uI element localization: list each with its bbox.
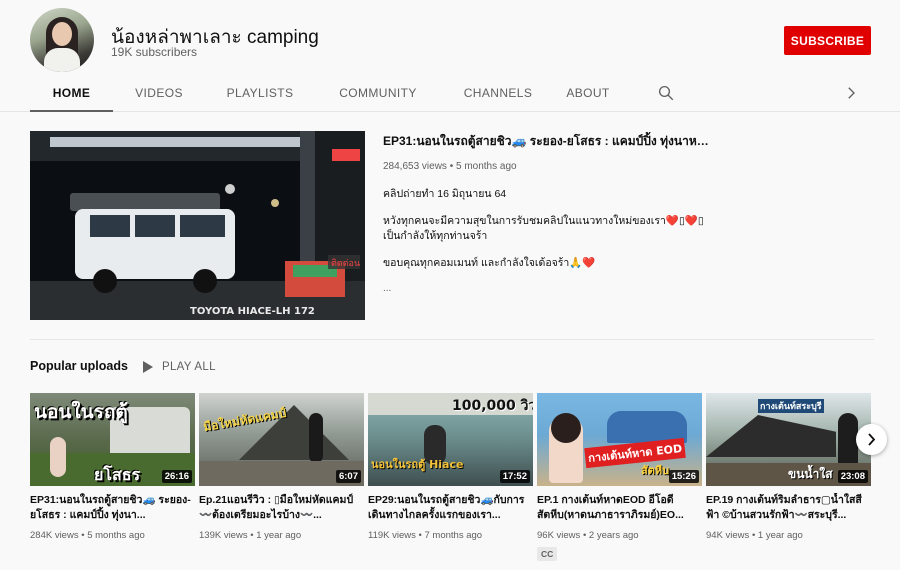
search-icon[interactable] — [657, 84, 675, 102]
tab-home[interactable]: HOME — [30, 76, 113, 112]
thumb-overlay-text: ขนน้ำใส — [788, 467, 833, 481]
van-night-scene: TOYOTA HIACE-LH 172 ติดต่อน — [30, 131, 365, 320]
tab-videos[interactable]: VIDEOS — [124, 76, 194, 112]
video-duration: 15:26 — [668, 470, 699, 483]
video-meta: 139K views • 1 year ago — [199, 530, 302, 541]
video-card[interactable]: 100,000 วิว นอนในรถตู้ Hiace 17:52 EP29:… — [368, 393, 533, 541]
video-title[interactable]: EP.1 กางเต้นท์หาดEOD อีโอดี สัตหีบ(หาดนภ… — [537, 493, 702, 523]
thumb-overlay-text: 100,000 วิว — [452, 398, 533, 414]
play-all-label: PLAY ALL — [162, 361, 216, 373]
video-duration: 6:07 — [335, 470, 361, 483]
featured-video-meta: 284,653 views • 5 months ago — [383, 161, 517, 172]
shelf-title[interactable]: Popular uploads — [30, 359, 128, 373]
thumb-overlay-text: นอนในรถตู้ — [34, 401, 128, 423]
thumb-caption: TOYOTA HIACE-LH 172 — [190, 306, 315, 317]
section-divider — [30, 339, 874, 340]
video-duration: 23:08 — [837, 470, 868, 483]
video-meta: 94K views • 1 year ago — [706, 530, 803, 541]
video-card[interactable]: กางเต้นท์หาด EOD สัตหีบ 15:26 EP.1 กางเต… — [537, 393, 702, 562]
tab-community[interactable]: COMMUNITY — [326, 76, 430, 112]
play-icon — [143, 361, 153, 373]
video-meta: 284K views • 5 months ago — [30, 530, 145, 541]
video-title[interactable]: Ep.21แอนรีวิว : ▯มือใหม่หัดแคมป์〰️ต้องเต… — [199, 493, 364, 523]
thumb-overlay-text: สัตหีบ — [641, 464, 670, 477]
video-card[interactable]: นอนในรถตู้ ยโสธร 26:16 EP31:นอนในรถตู้สา… — [30, 393, 195, 541]
video-card[interactable]: มือใหม่หัดแคมป์ 6:07 Ep.21แอนรีวิว : ▯มื… — [199, 393, 364, 541]
thumb-overlay-text: นอนในรถตู้ Hiace — [371, 458, 464, 471]
shelf-next-button[interactable] — [856, 424, 887, 455]
subscribe-button[interactable]: SUBSCRIBE — [784, 26, 871, 55]
tab-playlists[interactable]: PLAYLISTS — [216, 76, 304, 112]
video-card[interactable]: กางเต้นท์สระบุรี ขนน้ำใส 23:08 EP.19 กาง… — [706, 393, 871, 541]
description-line: หวังทุกคนจะมีความสุขในการรับชมคลิปในแนวท… — [383, 215, 704, 242]
video-thumbnail[interactable]: นอนในรถตู้ ยโสธร 26:16 — [30, 393, 195, 486]
video-meta: 96K views • 2 years ago — [537, 530, 639, 541]
thumb-sign: ติดต่อน — [331, 258, 360, 269]
featured-video-thumbnail[interactable]: TOYOTA HIACE-LH 172 ติดต่อน — [30, 131, 365, 320]
thumb-overlay-text: ยโสธร — [94, 465, 141, 484]
featured-video-description: คลิปถ่ายทำ 16 มิถุนายน 64 หวังทุกคนจะมีค… — [383, 187, 713, 283]
subscriber-count: 19K subscribers — [111, 45, 198, 59]
video-title[interactable]: EP31:นอนในรถตู้สายชิว🚙 ระยอง-ยโสธร : แคม… — [30, 493, 195, 523]
description-line: ขอบคุณทุกคอมเมนท์ และกำลังใจเด้อจร้า🙏❤️ — [383, 257, 596, 269]
channel-header: น้องหล่าพาเลาะ camping 19K subscribers S… — [0, 0, 900, 112]
video-thumbnail[interactable]: มือใหม่หัดแคมป์ 6:07 — [199, 393, 364, 486]
description-more[interactable]: ... — [383, 283, 391, 294]
video-duration: 17:52 — [499, 470, 530, 483]
video-duration: 26:16 — [161, 470, 192, 483]
thumb-overlay-text: กางเต้นท์หาด EOD — [584, 437, 687, 469]
video-title[interactable]: EP.19 กางเต้นท์ริมลำธาร▢น้ำใสสีฟ้า ©บ้าน… — [706, 493, 871, 523]
tab-about[interactable]: ABOUT — [561, 76, 615, 112]
tabs-scroll-right-icon[interactable] — [842, 84, 860, 102]
video-title[interactable]: EP29:นอนในรถตู้สายชิว🚙กับการเดินทางไกลคร… — [368, 493, 533, 523]
chevron-right-icon — [868, 433, 876, 446]
channel-avatar[interactable] — [30, 8, 94, 72]
thumb-overlay-text: กางเต้นท์สระบุรี — [758, 399, 824, 413]
video-thumbnail[interactable]: กางเต้นท์หาด EOD สัตหีบ 15:26 — [537, 393, 702, 486]
video-thumbnail[interactable]: 100,000 วิว นอนในรถตู้ Hiace 17:52 — [368, 393, 533, 486]
video-meta: 119K views • 7 months ago — [368, 530, 483, 541]
tab-channels[interactable]: CHANNELS — [448, 76, 548, 112]
cc-badge: CC — [537, 547, 558, 561]
description-line: คลิปถ่ายทำ 16 มิถุนายน 64 — [383, 188, 507, 200]
featured-video-title[interactable]: EP31:นอนในรถตู้สายชิว🚙 ระยอง-ยโสธร : แคม… — [383, 132, 713, 151]
play-all-button[interactable]: PLAY ALL — [143, 358, 216, 376]
video-thumbnail[interactable]: กางเต้นท์สระบุรี ขนน้ำใส 23:08 — [706, 393, 871, 486]
